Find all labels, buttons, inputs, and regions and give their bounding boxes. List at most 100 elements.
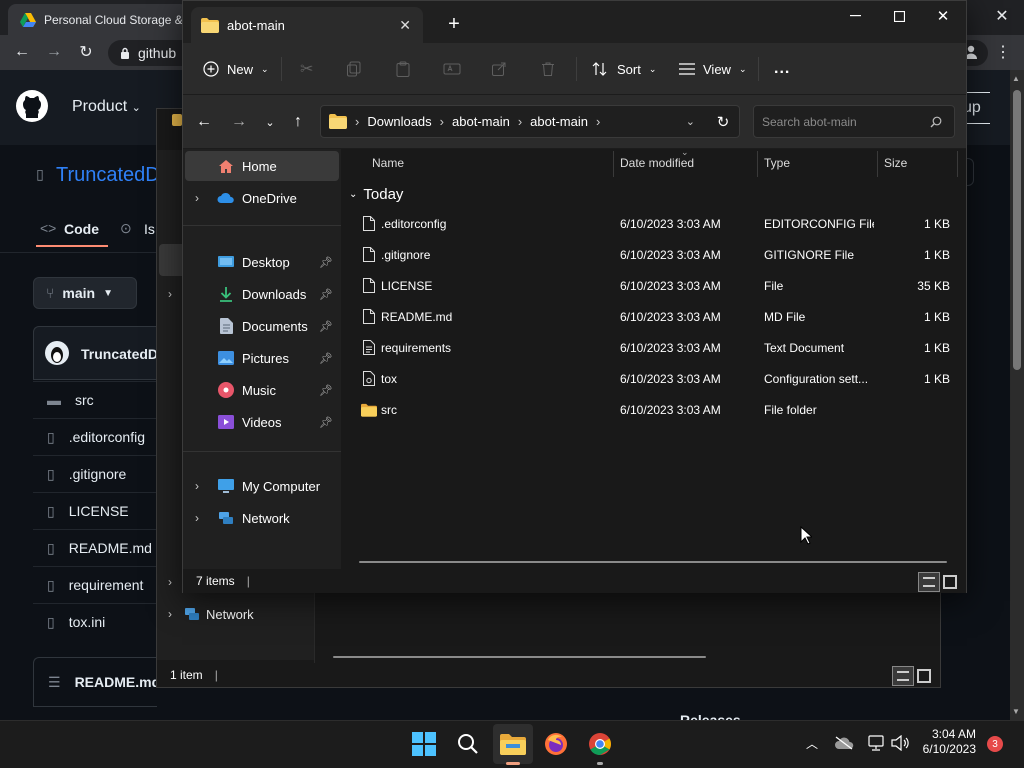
delete-icon[interactable] bbox=[540, 51, 556, 87]
repo-file-row[interactable]: ▯ .gitignore bbox=[33, 455, 163, 492]
scroll-down-icon[interactable]: ▼ bbox=[1012, 707, 1020, 716]
column-divider[interactable] bbox=[757, 151, 758, 177]
explorer-tab[interactable]: abot-main ✕ bbox=[191, 7, 423, 43]
close-tab-icon[interactable]: ✕ bbox=[399, 17, 411, 34]
tab-issues[interactable]: Is bbox=[144, 221, 155, 237]
chrome-icon[interactable] bbox=[580, 724, 620, 764]
view-button[interactable]: View ⌄ bbox=[679, 51, 747, 87]
browser-close-icon[interactable]: ✕ bbox=[992, 6, 1012, 26]
repo-file-row[interactable]: ▯ requirement bbox=[33, 566, 163, 603]
more-options-button[interactable]: ... bbox=[774, 51, 790, 87]
column-header-type[interactable]: Type bbox=[764, 149, 790, 177]
github-logo-icon[interactable] bbox=[16, 90, 48, 122]
pin-icon[interactable]: 📌︎ bbox=[319, 288, 333, 301]
minimize-icon[interactable] bbox=[845, 7, 865, 25]
breadcrumb-abot-main[interactable]: abot-main bbox=[452, 114, 510, 129]
tiles-view-icon[interactable] bbox=[943, 575, 957, 589]
firefox-icon[interactable] bbox=[536, 724, 576, 764]
repo-name[interactable]: TruncatedD bbox=[56, 164, 160, 187]
repo-file-row[interactable]: ▯ README.md bbox=[33, 529, 163, 566]
paste-icon[interactable] bbox=[395, 51, 411, 87]
refresh-icon[interactable]: ↻ bbox=[714, 113, 732, 131]
repo-file-row[interactable]: ▯ tox.ini bbox=[33, 603, 163, 640]
breadcrumb-abot-main-current[interactable]: abot-main bbox=[530, 114, 588, 129]
nav-item-pictures[interactable]: Pictures 📌︎ bbox=[185, 343, 339, 373]
search-icon[interactable] bbox=[448, 724, 488, 764]
column-divider[interactable] bbox=[877, 151, 878, 177]
horizontal-scrollbar[interactable] bbox=[333, 656, 706, 658]
share-icon[interactable] bbox=[491, 51, 507, 87]
chevron-right-icon[interactable]: › bbox=[195, 479, 209, 493]
browser-forward-icon[interactable]: → bbox=[44, 42, 64, 62]
file-row[interactable]: README.md 6/10/2023 3:03 AM MD File 1 KB bbox=[341, 301, 966, 332]
repo-file-row[interactable]: ▯ .editorconfig bbox=[33, 418, 163, 455]
scroll-up-icon[interactable]: ▲ bbox=[1012, 74, 1020, 83]
nav-item-downloads[interactable]: Downloads 📌︎ bbox=[185, 279, 339, 309]
group-header-today[interactable]: ⌄ Today bbox=[349, 184, 403, 204]
horizontal-scrollbar[interactable] bbox=[359, 561, 947, 563]
github-nav-product[interactable]: Product ⌄ bbox=[72, 98, 141, 116]
breadcrumb-downloads[interactable]: Downloads bbox=[367, 114, 431, 129]
file-row[interactable]: tox 6/10/2023 3:03 AM Configuration sett..… bbox=[341, 363, 966, 394]
repo-file-row[interactable]: ▬ src bbox=[33, 381, 163, 418]
repo-file-row[interactable]: ▯ LICENSE bbox=[33, 492, 163, 529]
back-icon[interactable]: ← bbox=[195, 113, 213, 131]
nav-item-music[interactable]: Music 📌︎ bbox=[185, 375, 339, 405]
sort-button[interactable]: Sort ⌄ bbox=[591, 51, 656, 87]
close-window-icon[interactable]: ✕ bbox=[933, 7, 953, 25]
address-dropdown-icon[interactable]: ⌄ bbox=[686, 115, 695, 128]
column-divider[interactable] bbox=[957, 151, 958, 177]
nav-item-network[interactable]: › Network bbox=[185, 503, 339, 533]
nav-item-onedrive[interactable]: › OneDrive bbox=[185, 183, 339, 213]
nav-item-videos[interactable]: Videos 📌︎ bbox=[185, 407, 339, 437]
column-divider[interactable] bbox=[613, 151, 614, 177]
forward-icon[interactable]: → bbox=[230, 113, 248, 131]
onedrive-tray-icon[interactable] bbox=[834, 734, 854, 752]
pin-icon[interactable]: 📌︎ bbox=[319, 416, 333, 429]
search-input[interactable]: Search abot-main bbox=[753, 105, 955, 138]
pin-icon[interactable]: 📌︎ bbox=[319, 352, 333, 365]
nav-item-home[interactable]: Home bbox=[185, 151, 339, 181]
maximize-icon[interactable] bbox=[889, 7, 909, 25]
chevron-right-icon[interactable]: › bbox=[168, 575, 172, 589]
branch-selector[interactable]: ⑂ main ▼ bbox=[33, 277, 137, 309]
up-icon[interactable]: ↑ bbox=[289, 113, 307, 131]
tray-clock[interactable]: 3:04 AM 6/10/2023 bbox=[912, 727, 976, 757]
avatar[interactable] bbox=[45, 341, 69, 365]
file-row[interactable]: .gitignore 6/10/2023 3:03 AM GITIGNORE Fil… bbox=[341, 239, 966, 270]
new-tab-icon[interactable]: + bbox=[445, 13, 463, 35]
browser-menu-icon[interactable]: ⋮ bbox=[995, 42, 1011, 62]
column-header-size[interactable]: Size bbox=[884, 149, 907, 177]
tray-overflow-icon[interactable]: ︿ bbox=[804, 734, 820, 752]
browser-back-icon[interactable]: ← bbox=[12, 42, 32, 62]
tab-code[interactable]: Code bbox=[64, 221, 99, 237]
browser-reload-icon[interactable]: ↻ bbox=[76, 42, 96, 62]
nav-item-my-computer[interactable]: › My Computer bbox=[185, 471, 339, 501]
file-row[interactable]: .editorconfig 6/10/2023 3:03 AM EDITORCONF… bbox=[341, 208, 966, 239]
volume-icon[interactable] bbox=[890, 734, 910, 752]
file-row[interactable]: requirements 6/10/2023 3:03 AM Text Docume… bbox=[341, 332, 966, 363]
chevron-right-icon[interactable]: › bbox=[195, 191, 209, 205]
cut-icon[interactable]: ✂ bbox=[300, 51, 313, 87]
tiles-view-icon[interactable] bbox=[917, 669, 931, 683]
chevron-right-icon[interactable]: › bbox=[195, 511, 209, 525]
nav-item-desktop[interactable]: Desktop 📌︎ bbox=[185, 247, 339, 277]
pin-icon[interactable]: 📌︎ bbox=[319, 320, 333, 333]
new-button[interactable]: New ⌄ bbox=[203, 51, 269, 87]
commit-author[interactable]: TruncatedDi bbox=[81, 346, 162, 362]
copy-icon[interactable] bbox=[346, 51, 362, 87]
readme-title[interactable]: README.md bbox=[75, 674, 161, 690]
recent-locations-icon[interactable]: ⌄ bbox=[263, 113, 277, 131]
notification-badge[interactable]: 3 bbox=[987, 736, 1003, 752]
file-row[interactable]: LICENSE 6/10/2023 3:03 AM File 35 KB bbox=[341, 270, 966, 301]
rename-icon[interactable] bbox=[443, 51, 461, 87]
nav-item-network[interactable]: › Network bbox=[158, 600, 314, 628]
list-icon[interactable]: ☰ bbox=[48, 674, 61, 691]
pin-icon[interactable]: 📌︎ bbox=[319, 256, 333, 269]
chevron-right-icon[interactable]: › bbox=[168, 287, 172, 301]
browser-tab[interactable]: Personal Cloud Storage & bbox=[8, 4, 188, 35]
address-bar[interactable]: › Downloads › abot-main › abot-main › ⌄ bbox=[320, 105, 740, 138]
network-tray-icon[interactable] bbox=[866, 734, 886, 752]
file-row[interactable]: src 6/10/2023 3:03 AM File folder bbox=[341, 394, 966, 425]
file-explorer-taskbar-icon[interactable] bbox=[493, 724, 533, 764]
